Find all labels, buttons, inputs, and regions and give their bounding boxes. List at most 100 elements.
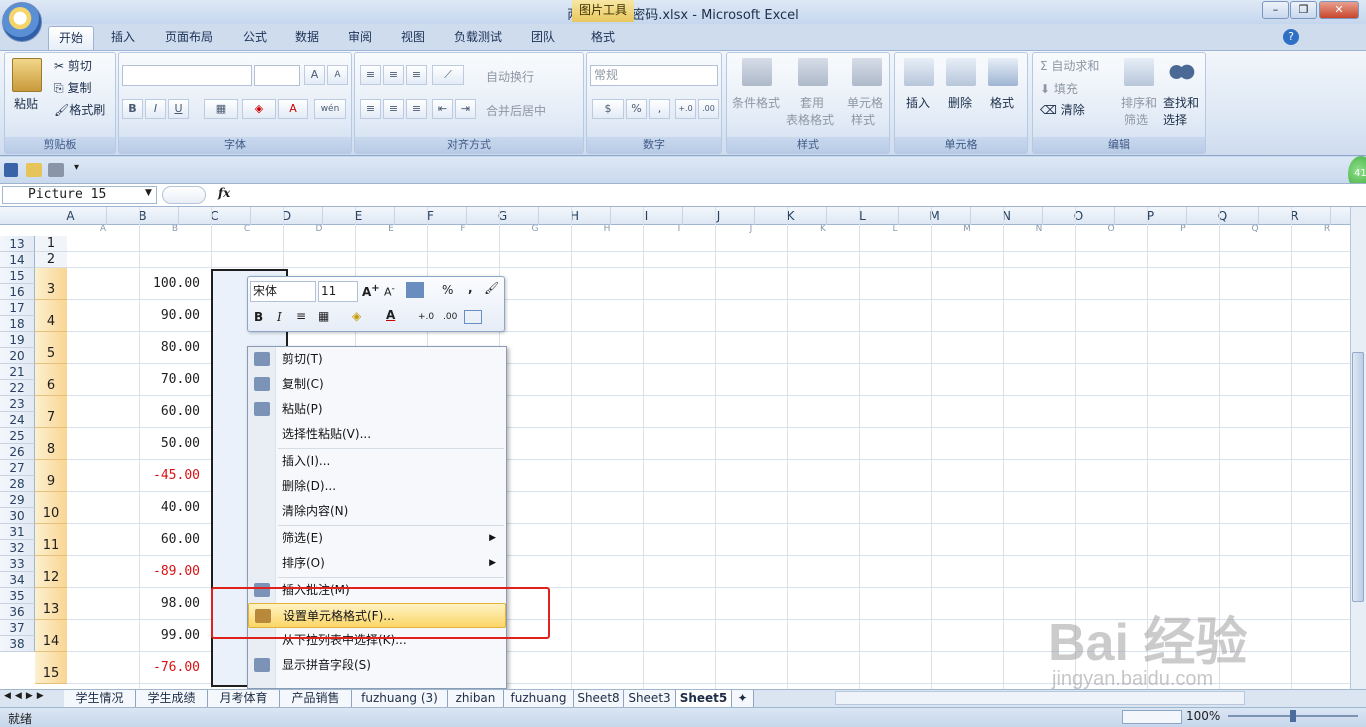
fill-button[interactable]: ⬇ 填充 — [1040, 80, 1078, 97]
fx-icon[interactable]: fx — [218, 186, 230, 200]
mini-shrink-font-button[interactable]: A- — [384, 283, 395, 299]
column-header[interactable]: P — [1115, 207, 1187, 225]
align-left-button[interactable]: ≡ — [360, 99, 381, 119]
row-header[interactable]: 13 — [0, 236, 35, 252]
tab-format[interactable]: 格式 — [578, 26, 628, 50]
tab-review[interactable]: 审阅 — [337, 26, 383, 50]
cell-value[interactable]: -76.00 — [130, 660, 200, 675]
align-middle-button[interactable]: ≡ — [383, 65, 404, 85]
row-header[interactable]: 22 — [0, 380, 35, 396]
mini-border-icon[interactable]: ▦ — [318, 309, 329, 323]
row-header[interactable]: 37 — [0, 620, 35, 636]
sort-filter-line2[interactable]: 筛选 — [1124, 111, 1148, 128]
formula-bar-expand[interactable] — [162, 186, 206, 204]
tab-insert[interactable]: 插入 — [100, 26, 146, 50]
column-header[interactable]: I — [611, 207, 683, 225]
autosum-button[interactable]: Σ 自动求和 — [1040, 57, 1099, 74]
mini-comma-button[interactable]: , — [468, 281, 473, 295]
font-color-button[interactable]: A — [278, 99, 308, 119]
mini-italic-button[interactable]: I — [277, 310, 282, 324]
sheet-tab[interactable]: 产品销售 — [280, 690, 352, 707]
office-button[interactable] — [2, 2, 42, 42]
clear-button[interactable]: ⌫ 清除 — [1040, 101, 1085, 118]
mini-size-combo[interactable]: 11 — [318, 281, 358, 302]
align-right-button[interactable]: ≡ — [406, 99, 427, 119]
find-select-line1[interactable]: 查找和 — [1163, 94, 1199, 111]
save-icon[interactable] — [4, 163, 18, 177]
grow-font-button[interactable]: A — [304, 65, 325, 85]
column-header[interactable]: J — [683, 207, 755, 225]
tab-formulas[interactable]: 公式 — [232, 26, 278, 50]
mini-dec-decimal[interactable]: .00 — [443, 312, 457, 322]
close-button[interactable]: ✕ — [1319, 1, 1359, 19]
row-header[interactable]: 27 — [0, 460, 35, 476]
column-header[interactable]: Q — [1187, 207, 1259, 225]
tab-data[interactable]: 数据 — [284, 26, 330, 50]
mini-font-color-button[interactable]: A — [386, 308, 395, 322]
customize-qat-icon[interactable]: ▾ — [74, 162, 79, 173]
cell-styles-line1[interactable]: 单元格 — [847, 94, 883, 111]
cell-value[interactable]: 90.00 — [130, 308, 200, 323]
tab-home[interactable]: 开始 — [48, 26, 94, 50]
sheet-tab[interactable]: 学生情况 — [64, 690, 136, 707]
row-header[interactable]: 16 — [0, 284, 35, 300]
open-folder-icon[interactable] — [26, 163, 42, 177]
table-format-line2[interactable]: 表格格式 — [786, 111, 834, 128]
border-button[interactable]: ▦ — [204, 99, 238, 119]
row-header[interactable]: 15 — [0, 268, 35, 284]
find-select-line2[interactable]: 选择 — [1163, 111, 1187, 128]
mini-merge-icon[interactable] — [464, 310, 482, 324]
fill-color-button[interactable]: ◈ — [242, 99, 276, 119]
menu-item[interactable]: 选择性粘贴(V)... — [248, 422, 506, 447]
row-header[interactable]: 20 — [0, 348, 35, 364]
row-header[interactable]: 30 — [0, 508, 35, 524]
mini-font-combo[interactable]: 宋体 — [250, 281, 316, 302]
column-header[interactable]: K — [755, 207, 827, 225]
column-header[interactable]: H — [539, 207, 611, 225]
column-header[interactable]: L — [827, 207, 899, 225]
column-header[interactable]: N — [971, 207, 1043, 225]
name-box-dropdown-icon[interactable]: ▼ — [145, 188, 152, 198]
row-header[interactable]: 21 — [0, 364, 35, 380]
print-icon[interactable] — [48, 163, 64, 177]
mini-grow-font-button[interactable]: A+ — [362, 283, 380, 299]
italic-button[interactable]: I — [145, 99, 166, 119]
cell-value[interactable]: 50.00 — [130, 436, 200, 451]
mini-format-icon[interactable] — [406, 282, 424, 298]
column-header[interactable]: C — [179, 207, 251, 225]
view-buttons[interactable] — [1122, 710, 1182, 724]
mini-inc-decimal[interactable]: +.0 — [418, 312, 434, 322]
merge-center-button[interactable]: 合并后居中 — [486, 102, 546, 119]
menu-item[interactable]: 粘贴(P) — [248, 397, 506, 422]
zoom-level[interactable]: 100% — [1186, 709, 1220, 723]
cut-button[interactable]: ✂ 剪切 — [54, 57, 92, 74]
help-icon[interactable]: ? — [1283, 29, 1299, 45]
row-header[interactable]: 34 — [0, 572, 35, 588]
format-cells-button[interactable]: 格式 — [990, 94, 1014, 111]
phonetic-button[interactable]: wén — [314, 99, 346, 119]
row-header[interactable]: 26 — [0, 444, 35, 460]
increase-decimal-button[interactable]: +.0 — [675, 99, 696, 119]
sheet-tab[interactable]: Sheet5 — [676, 690, 732, 707]
sort-filter-line1[interactable]: 排序和 — [1121, 94, 1157, 111]
formula-input[interactable] — [238, 186, 1348, 204]
row-header[interactable]: 18 — [0, 316, 35, 332]
tab-view[interactable]: 视图 — [390, 26, 436, 50]
wrap-text-button[interactable]: 自动换行 — [486, 68, 534, 85]
font-name-combo[interactable] — [122, 65, 252, 86]
mini-brush-icon[interactable]: 🖌 — [484, 281, 499, 295]
bold-button[interactable]: B — [122, 99, 143, 119]
vertical-scroll-thumb[interactable] — [1352, 352, 1364, 602]
menu-item[interactable]: 复制(C) — [248, 372, 506, 397]
cell-value[interactable]: -89.00 — [130, 564, 200, 579]
increase-indent-button[interactable]: ⇥ — [455, 99, 476, 119]
menu-item[interactable]: 排序(O) ▶ — [248, 551, 506, 576]
cell-value[interactable]: 70.00 — [130, 372, 200, 387]
row-header[interactable]: 32 — [0, 540, 35, 556]
row-header[interactable]: 14 — [0, 252, 35, 268]
mini-fill-icon[interactable]: ◈ — [352, 309, 361, 323]
align-center-button[interactable]: ≡ — [383, 99, 404, 119]
tab-team[interactable]: 团队 — [520, 26, 566, 50]
row-header[interactable]: 19 — [0, 332, 35, 348]
restore-button[interactable]: ❐ — [1290, 1, 1317, 19]
